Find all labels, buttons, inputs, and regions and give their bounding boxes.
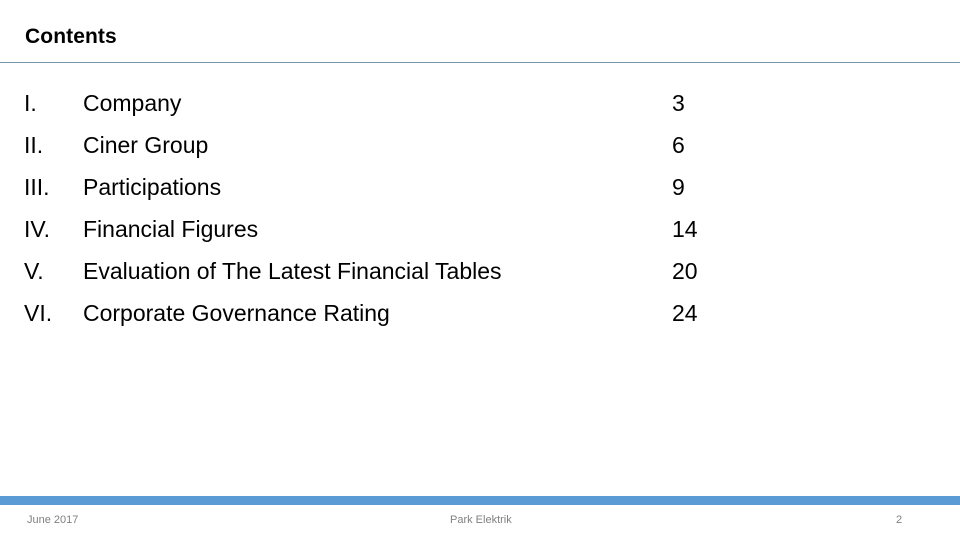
list-item-label: Ciner Group bbox=[83, 132, 209, 158]
list-item-page: 24 bbox=[672, 300, 698, 326]
list-item-numeral: V. bbox=[24, 258, 44, 284]
list-item[interactable]: V. Evaluation of The Latest Financial Ta… bbox=[0, 256, 960, 298]
list-item-page: 14 bbox=[672, 216, 698, 242]
slide-canvas: Contents I. Company 3 II. Ciner Group 6 … bbox=[0, 0, 960, 540]
contents-list: I. Company 3 II. Ciner Group 6 III. Part… bbox=[0, 88, 960, 340]
list-item-page: 6 bbox=[672, 132, 685, 158]
list-item-label: Participations bbox=[83, 174, 222, 200]
list-item[interactable]: II. Ciner Group 6 bbox=[0, 130, 960, 172]
list-item-numeral: III. bbox=[24, 174, 50, 200]
list-item-numeral: I. bbox=[24, 90, 37, 116]
footer-date: June 2017 bbox=[27, 514, 79, 526]
list-item-label: Financial Figures bbox=[83, 216, 259, 242]
title-divider bbox=[0, 62, 960, 63]
list-item-numeral: II. bbox=[24, 132, 44, 158]
list-item-numeral: VI. bbox=[24, 300, 53, 326]
page-title: Contents bbox=[25, 25, 117, 48]
list-item-numeral: IV. bbox=[24, 216, 51, 242]
footer-page-number: 2 bbox=[896, 514, 903, 526]
list-item-label: Evaluation of The Latest Financial Table… bbox=[83, 258, 502, 284]
list-item[interactable]: IV. Financial Figures 14 bbox=[0, 214, 960, 256]
list-item-label: Corporate Governance Rating bbox=[83, 300, 390, 326]
list-item-page: 20 bbox=[672, 258, 698, 284]
footer-company: Park Elektrik bbox=[450, 514, 512, 526]
list-item[interactable]: III. Participations 9 bbox=[0, 172, 960, 214]
list-item-label: Company bbox=[83, 90, 182, 116]
list-item-page: 3 bbox=[672, 90, 685, 116]
footer-accent-bar bbox=[0, 496, 960, 505]
list-item[interactable]: I. Company 3 bbox=[0, 88, 960, 130]
list-item[interactable]: VI. Corporate Governance Rating 24 bbox=[0, 298, 960, 340]
list-item-page: 9 bbox=[672, 174, 685, 200]
